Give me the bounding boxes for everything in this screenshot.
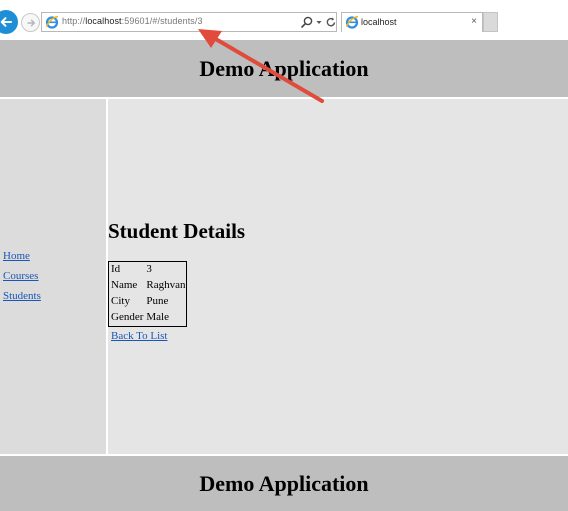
detail-value: Pune [146, 295, 169, 307]
url-text[interactable]: http://localhost:59601/#/students/3 [62, 16, 203, 26]
new-tab-button[interactable] [483, 12, 498, 32]
forward-arrow-icon [26, 19, 35, 26]
table-row: City Pune [109, 294, 187, 310]
url-prefix: http:// [62, 16, 86, 26]
close-icon[interactable]: × [471, 16, 477, 27]
browser-tab[interactable]: localhost × [341, 12, 483, 32]
detail-label: Id [111, 263, 121, 275]
url-path: :59601/#/students/3 [121, 16, 203, 26]
page-footer: Demo Application [0, 456, 568, 511]
footer-title: Demo Application [199, 470, 369, 496]
table-row: Id 3 [109, 262, 187, 279]
header-title: Demo Application [199, 55, 369, 81]
forward-button[interactable] [21, 13, 40, 32]
student-details-table: Id 3 Name Raghvan City Pune Gender Male [108, 261, 188, 327]
sidebar-item-courses[interactable]: Courses [3, 270, 38, 282]
detail-value: Raghvan [146, 279, 186, 291]
page-title: Student Details [108, 219, 246, 243]
detail-label: Gender [111, 311, 144, 323]
dropdown-icon[interactable] [315, 15, 323, 29]
sidebar-item-students[interactable]: Students [3, 290, 41, 302]
ie-logo-icon [45, 15, 59, 29]
sidebar-item-home[interactable]: Home [3, 250, 30, 262]
back-button[interactable] [0, 10, 18, 34]
back-to-list-link[interactable]: Back To List [111, 330, 167, 342]
address-bar[interactable]: http://localhost:59601/#/students/3 [41, 12, 337, 32]
detail-label: Name [111, 279, 138, 291]
detail-value: Male [146, 311, 169, 323]
table-row: Name Raghvan [109, 278, 187, 294]
detail-label: City [111, 295, 130, 307]
search-icon[interactable] [300, 15, 314, 29]
ie-logo-icon [345, 15, 359, 29]
detail-value: 3 [146, 263, 152, 275]
main-content: Student Details Id 3 Name Raghvan City P… [108, 99, 568, 454]
refresh-icon[interactable] [325, 15, 337, 29]
back-arrow-icon [0, 17, 12, 27]
url-host: localhost [85, 16, 122, 26]
tab-title: localhost [361, 17, 397, 27]
browser-chrome: http://localhost:59601/#/students/3 loca… [0, 0, 568, 40]
table-row: Gender Male [109, 310, 187, 327]
sidebar: Home Courses Students [0, 99, 106, 454]
page-header: Demo Application [0, 40, 568, 97]
